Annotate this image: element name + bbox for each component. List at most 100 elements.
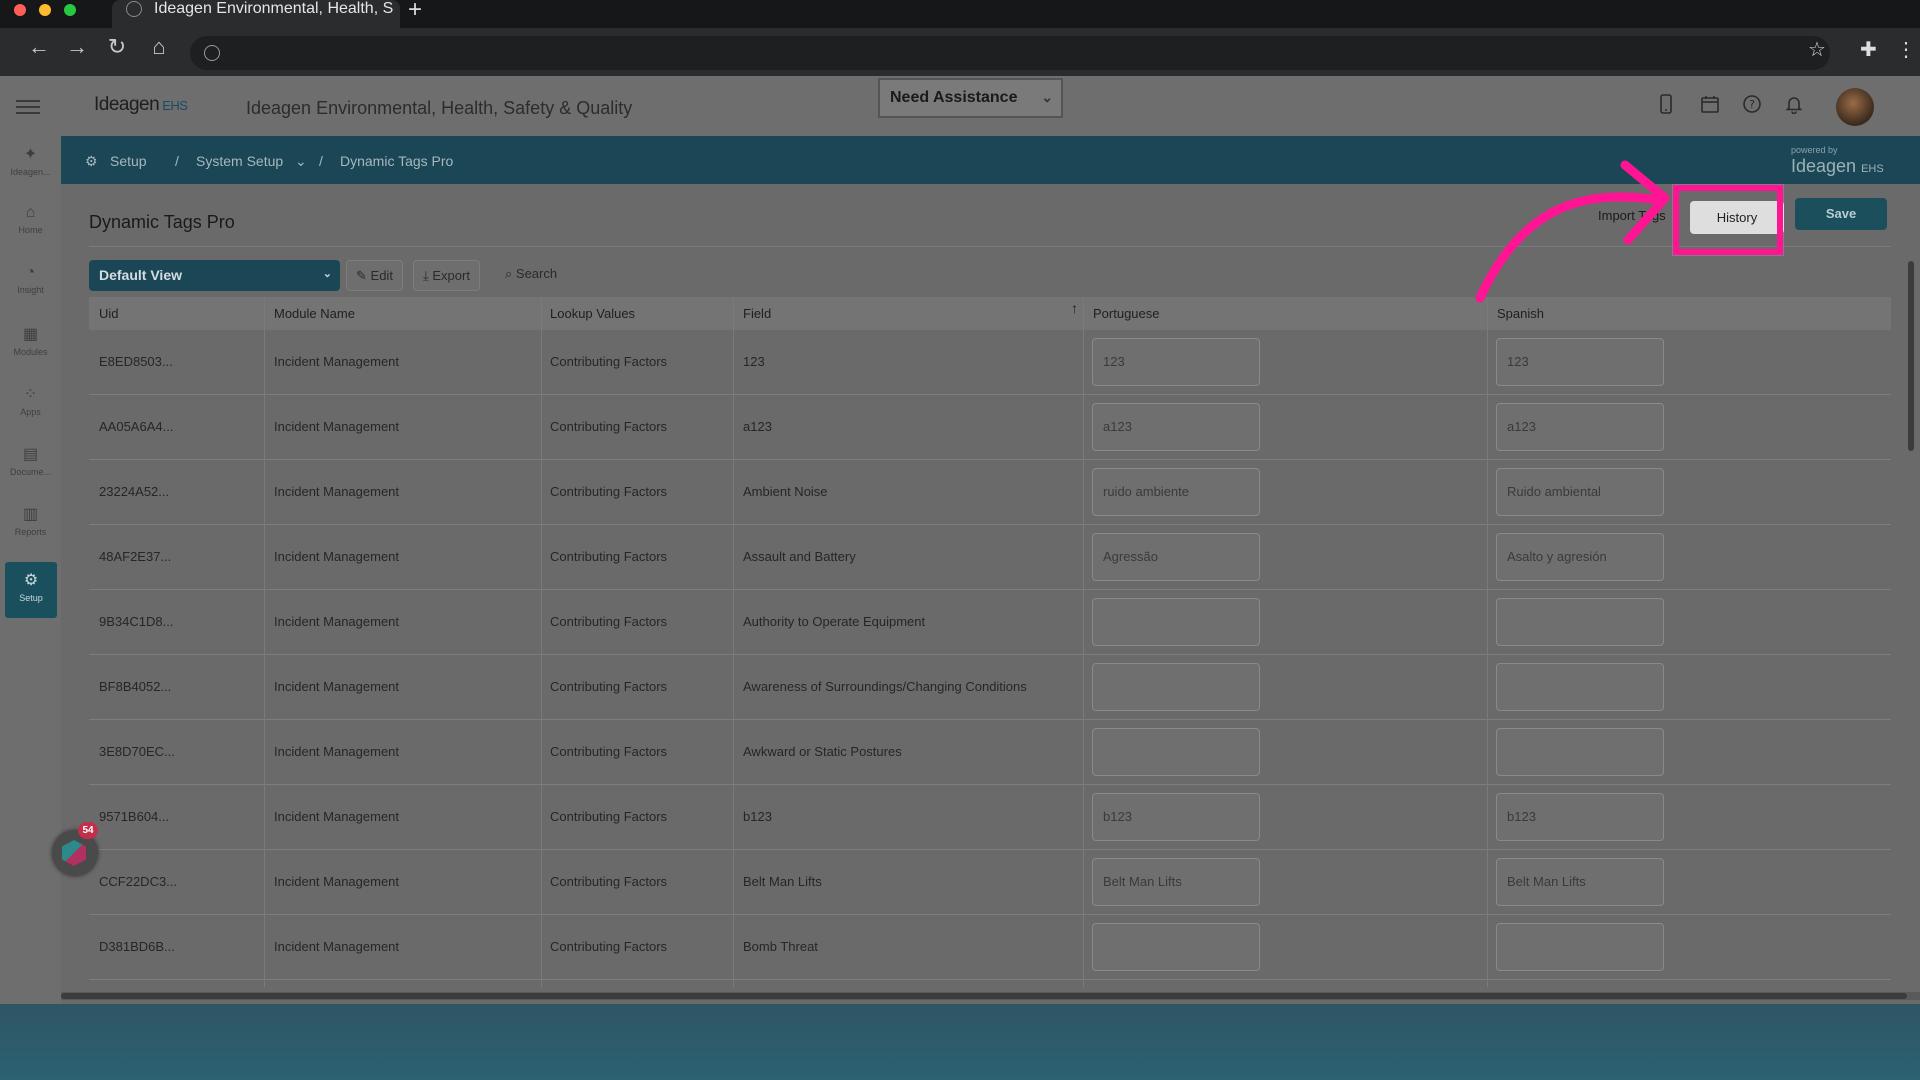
column-header-portuguese[interactable]: Portuguese — [1093, 306, 1160, 321]
column-header-spanish[interactable]: Spanish — [1497, 306, 1544, 321]
portuguese-input[interactable] — [1092, 923, 1260, 971]
spanish-input[interactable]: Ruido ambiental — [1496, 468, 1664, 516]
powered-logo-suffix: EHS — [1861, 163, 1884, 175]
window-minimize-button[interactable] — [39, 4, 51, 16]
cell-field: Assault and Battery — [743, 549, 856, 564]
home-icon[interactable]: ⌂ — [144, 34, 174, 60]
cell-field: Ambient Noise — [743, 484, 828, 499]
calendar-icon[interactable] — [1700, 94, 1720, 120]
cell-field: Awkward or Static Postures — [743, 744, 902, 759]
vertical-scrollbar[interactable] — [1908, 261, 1914, 451]
breadcrumb: ⚙ Setup / System Setup ⌄ / Dynamic Tags … — [61, 136, 1920, 184]
cell-uid: CCF22DC3... — [99, 874, 178, 889]
address-bar[interactable] — [190, 36, 1830, 70]
spanish-input[interactable]: 123 — [1496, 338, 1664, 386]
window-zoom-button[interactable] — [64, 4, 76, 16]
cell-lookup-values: Contributing Factors — [550, 744, 668, 759]
gear-icon: ⚙ — [23, 572, 39, 589]
sidebar-item-modules[interactable]: ▦ Modules — [0, 316, 61, 372]
spanish-input[interactable] — [1496, 923, 1664, 971]
back-icon[interactable]: ← — [24, 34, 54, 60]
reports-icon: ▥ — [22, 506, 39, 523]
sidebar-item-setup[interactable]: ⚙ Setup — [5, 562, 57, 618]
search-button[interactable]: ⌕ Search — [505, 266, 557, 282]
view-select[interactable]: Default View ⌄ — [89, 260, 340, 291]
chevron-down-icon[interactable]: ⌄ — [295, 153, 307, 170]
bookmark-star-icon[interactable]: ☆ — [1808, 37, 1826, 62]
portuguese-input[interactable]: a123 — [1092, 403, 1260, 451]
spanish-input[interactable] — [1496, 663, 1664, 711]
portuguese-input[interactable]: Belt Man Lifts — [1092, 858, 1260, 906]
column-header-field[interactable]: Field — [743, 306, 771, 321]
window-close-button[interactable] — [14, 4, 26, 16]
title-divider — [89, 246, 1891, 247]
cell-lookup-values: Contributing Factors — [550, 354, 668, 369]
sidebar-item-home[interactable]: ⌂ Home — [0, 196, 61, 252]
cell-module-name: Incident Management — [274, 874, 400, 889]
hamburger-menu-icon[interactable] — [16, 100, 40, 114]
column-header-uid[interactable]: Uid — [99, 306, 119, 321]
search-icon: ⌕ — [505, 266, 513, 281]
need-assistance-dropdown[interactable]: Need Assistance ⌄ — [878, 78, 1063, 118]
cell-field: 123 — [743, 354, 765, 369]
cell-module-name: Incident Management — [274, 484, 400, 499]
sort-ascending-icon[interactable]: ↑ — [1071, 300, 1078, 316]
user-avatar[interactable] — [1836, 88, 1874, 126]
sidebar-item-apps[interactable]: ⁘ Apps — [0, 376, 61, 432]
portuguese-input[interactable] — [1092, 663, 1260, 711]
sidebar-item-insight[interactable]: ◔ Insight — [0, 256, 61, 312]
spanish-input[interactable]: Belt Man Lifts — [1496, 858, 1664, 906]
import-tags-button[interactable]: Import Tags — [1598, 208, 1666, 223]
spanish-input[interactable]: a123 — [1496, 403, 1664, 451]
mobile-icon[interactable] — [1658, 94, 1674, 120]
cell-field: Awareness of Surroundings/Changing Condi… — [743, 679, 1027, 694]
sidebar-item-label: Ideagen... — [10, 167, 51, 177]
app-window: Ideagen EHS Ideagen Environmental, Health… — [0, 76, 1920, 1004]
cell-module-name: Incident Management — [274, 614, 400, 629]
cell-field: Authority to Operate Equipment — [743, 614, 926, 629]
browser-menu-icon[interactable]: ⋮ — [1896, 37, 1916, 62]
table-row: AA05A6A4... Incident Management Contributi… — [89, 395, 1891, 460]
extensions-icon[interactable]: ✚ — [1860, 37, 1877, 62]
breadcrumb-setup[interactable]: Setup — [110, 153, 147, 169]
export-button[interactable]: ⤓ Export — [413, 260, 480, 291]
portuguese-input[interactable]: ruido ambiente — [1092, 468, 1260, 516]
edit-button[interactable]: ✎ Edit — [346, 260, 403, 291]
save-button[interactable]: Save — [1795, 198, 1887, 230]
portuguese-input[interactable]: 123 — [1092, 338, 1260, 386]
scrollbar-thumb[interactable] — [61, 993, 1907, 999]
portuguese-input[interactable] — [1092, 728, 1260, 776]
sidebar-item-reports[interactable]: ▥ Reports — [0, 496, 61, 552]
breadcrumb-system-setup[interactable]: System Setup — [196, 153, 283, 169]
table-row: 3E8D70EC... Incident Management Contributi… — [89, 720, 1891, 785]
column-header-lookup-values[interactable]: Lookup Values — [550, 306, 635, 321]
help-icon[interactable]: ? — [1742, 94, 1762, 120]
site-info-icon[interactable] — [204, 45, 220, 61]
chevron-down-icon: ⌄ — [1041, 89, 1053, 105]
browser-tab[interactable]: Ideagen Environmental, Health, S — [112, 0, 400, 28]
portuguese-input[interactable]: b123 — [1092, 793, 1260, 841]
table-row: 9571B604... Incident Management Contributi… — [89, 785, 1891, 850]
pencil-icon: ✎ — [356, 268, 367, 283]
sidebar-item-ideagen[interactable]: ✦ Ideagen... — [0, 136, 61, 192]
cell-uid: AA05A6A4... — [99, 419, 174, 434]
cell-uid: 48AF2E37... — [99, 549, 172, 564]
powered-by-label: powered by — [1791, 145, 1838, 155]
portuguese-input[interactable] — [1092, 598, 1260, 646]
forward-icon[interactable]: → — [62, 34, 92, 60]
spanish-input[interactable]: b123 — [1496, 793, 1664, 841]
ideagen-logo[interactable]: Ideagen EHS — [94, 94, 188, 116]
column-header-module-name[interactable]: Module Name — [274, 306, 355, 321]
horizontal-scrollbar[interactable] — [61, 992, 1920, 1000]
spanish-input[interactable]: Asalto y agresión — [1496, 533, 1664, 581]
sidebar-item-documents[interactable]: ▤ Docume... — [0, 436, 61, 492]
cell-lookup-values: Contributing Factors — [550, 419, 668, 434]
desktop-background — [0, 1004, 1920, 1080]
reload-icon[interactable]: ↻ — [102, 34, 132, 60]
spanish-input[interactable] — [1496, 728, 1664, 776]
spanish-input[interactable] — [1496, 598, 1664, 646]
bell-icon[interactable] — [1784, 94, 1804, 120]
new-tab-button[interactable]: + — [408, 0, 422, 24]
cell-lookup-values: Contributing Factors — [550, 614, 668, 629]
portuguese-input[interactable]: Agressão — [1092, 533, 1260, 581]
